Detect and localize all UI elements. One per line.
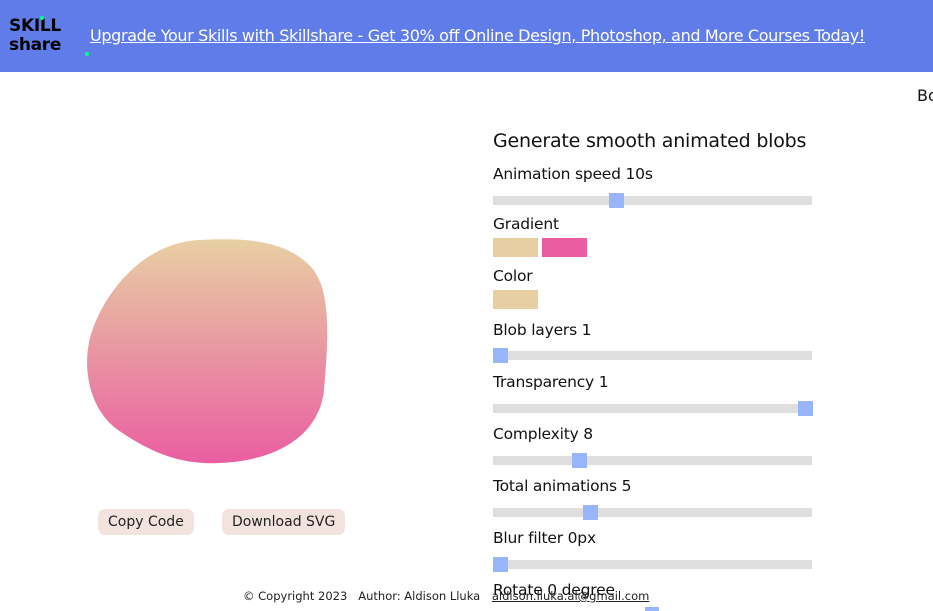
copyright-text: © Copyright 2023 — [243, 589, 348, 603]
complexity-thumb[interactable] — [572, 453, 588, 468]
blob-layers-thumb[interactable] — [493, 348, 508, 363]
gradient-end-swatch[interactable] — [542, 238, 587, 257]
animation-speed-slider[interactable] — [493, 193, 812, 208]
complexity-slider[interactable] — [493, 453, 812, 468]
total-animations-slider[interactable] — [493, 505, 812, 520]
logo-line-2: share — [9, 35, 62, 55]
color-swatch[interactable] — [493, 290, 538, 309]
blob-preview — [80, 230, 340, 475]
gradient-start-swatch[interactable] — [493, 238, 538, 257]
animation-speed-thumb[interactable] — [608, 193, 624, 208]
transparency-slider[interactable] — [493, 401, 813, 416]
blob-shape — [87, 239, 328, 464]
transparency-label: Transparency 1 — [493, 373, 609, 391]
animation-speed-label: Animation speed 10s — [493, 165, 653, 183]
blur-filter-label: Blur filter 0px — [493, 529, 596, 547]
color-label: Color — [493, 267, 533, 285]
total-animations-label: Total animations 5 — [493, 477, 632, 495]
gradient-label: Gradient — [493, 215, 559, 233]
author-email-link[interactable]: aldison.lluka.al@gmail.com — [492, 589, 649, 603]
author-text: Author: Aldison Lluka — [358, 589, 481, 603]
complexity-label: Complexity 8 — [493, 425, 593, 443]
panel-title: Generate smooth animated blobs — [493, 130, 807, 152]
blob-layers-slider[interactable] — [493, 348, 812, 363]
footer: © Copyright 2023 Author: Aldison Lluka a… — [243, 589, 649, 603]
skillshare-logo[interactable]: SKILL share — [9, 16, 89, 61]
logo-dot-icon — [40, 16, 44, 20]
promo-banner: SKILL share Upgrade Your Skills with Ski… — [0, 0, 933, 72]
nav-item-cutoff[interactable]: Bo — [917, 86, 933, 105]
blur-filter-thumb[interactable] — [493, 557, 508, 572]
blob-layers-label: Blob layers 1 — [493, 321, 592, 339]
promo-link[interactable]: Upgrade Your Skills with Skillshare - Ge… — [90, 26, 865, 45]
blur-filter-slider[interactable] — [493, 557, 812, 572]
rotate-thumb[interactable] — [645, 607, 659, 611]
logo-dot-icon — [85, 52, 89, 56]
logo-line-1: SKILL — [9, 16, 61, 36]
transparency-thumb[interactable] — [798, 401, 813, 416]
copy-code-button[interactable]: Copy Code — [98, 509, 194, 535]
total-animations-thumb[interactable] — [582, 505, 598, 520]
download-svg-button[interactable]: Download SVG — [222, 509, 346, 535]
